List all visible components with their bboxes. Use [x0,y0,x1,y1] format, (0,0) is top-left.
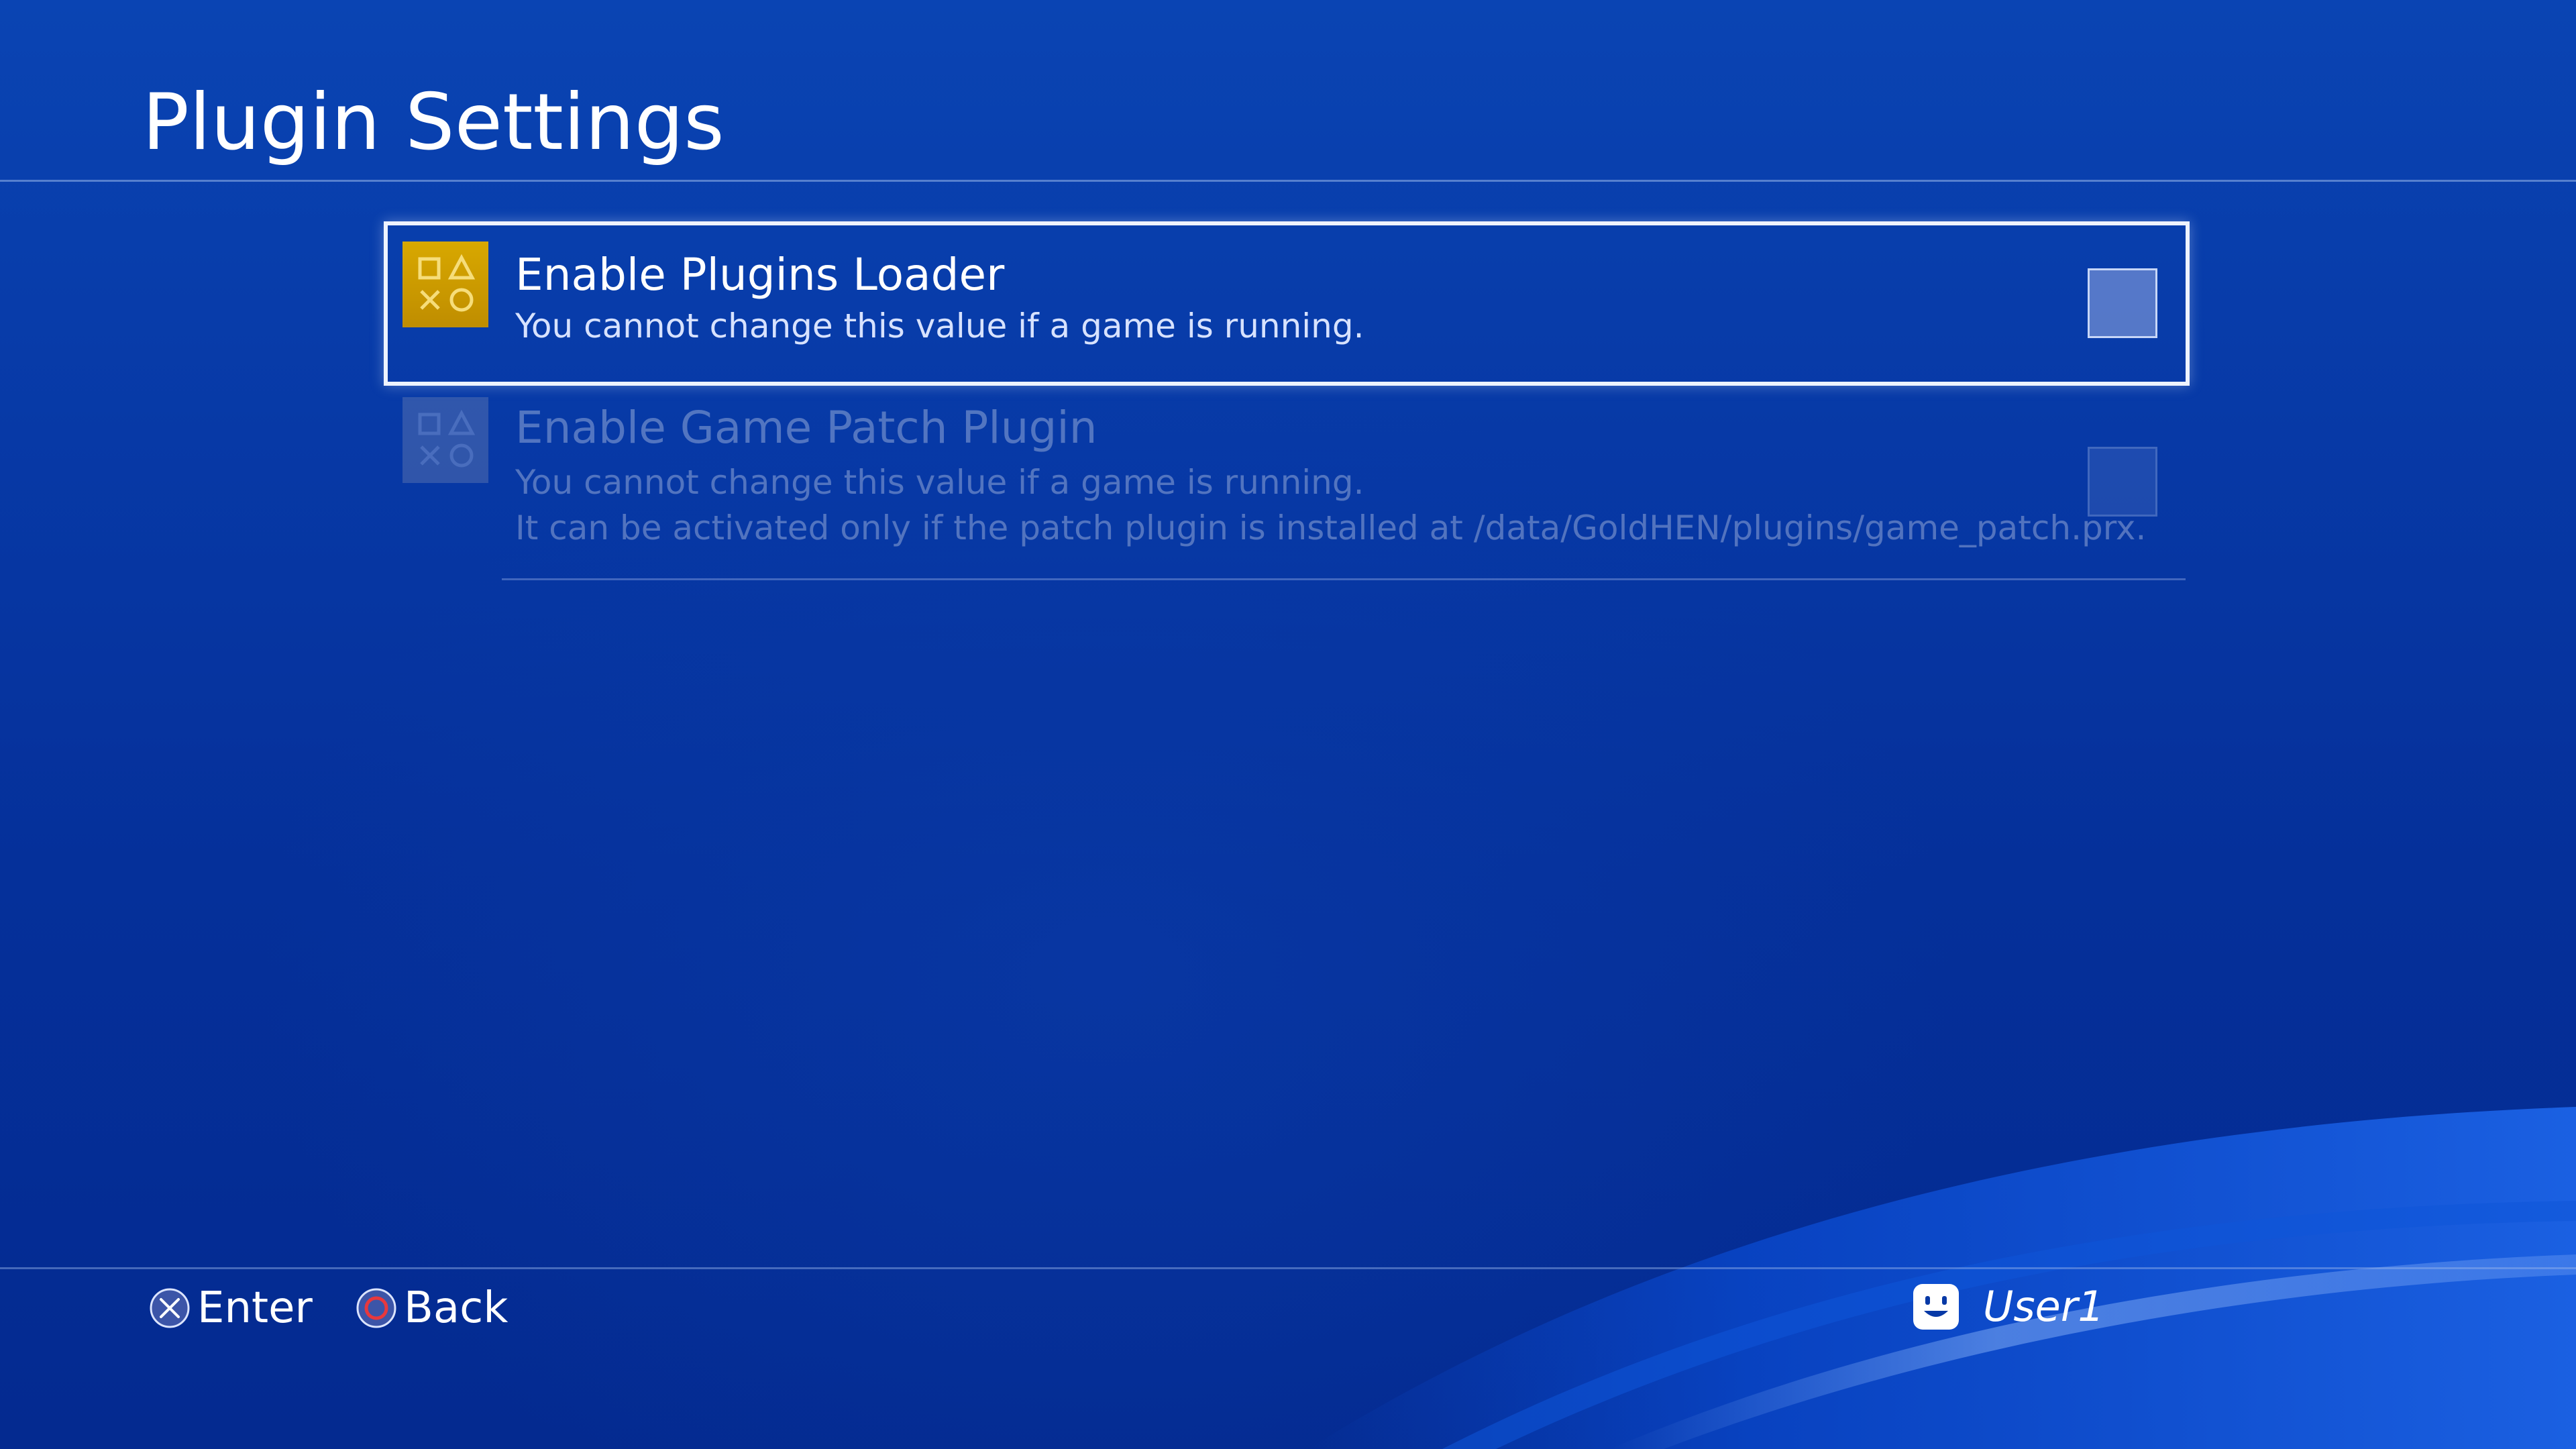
back-hint[interactable]: Back [356,1281,508,1335]
enter-label: Enter [197,1283,313,1333]
setting-title: Enable Game Patch Plugin [515,402,1097,453]
user-name: User1 [1983,1282,2104,1331]
plugins-loader-checkbox[interactable] [2088,268,2157,338]
circle-button-icon [356,1288,396,1328]
row-divider [502,578,2186,580]
setting-enable-plugins-loader[interactable]: Enable Plugins Loader You cannot change … [384,221,2190,386]
setting-description-line: It can be activated only if the patch pl… [515,508,2147,547]
setting-title: Enable Plugins Loader [515,249,1005,301]
ps-shapes-icon [402,397,488,483]
ps-shapes-icon [402,241,488,327]
cross-button-icon [150,1288,190,1328]
avatar-face-icon [1913,1284,1959,1330]
setting-enable-game-patch-plugin[interactable]: Enable Game Patch Plugin You cannot chan… [384,396,2190,584]
setting-description: You cannot change this value if a game i… [515,307,1364,345]
enter-hint[interactable]: Enter [149,1281,313,1335]
setting-description: You cannot change this value if a game i… [515,460,2146,551]
settings-list: Enable Plugins Loader You cannot change … [0,0,2576,1449]
user-area: User1 [1912,1280,2104,1334]
game-patch-checkbox[interactable] [2088,447,2157,517]
setting-description-line: You cannot change this value if a game i… [515,463,1364,502]
back-label: Back [404,1283,508,1333]
